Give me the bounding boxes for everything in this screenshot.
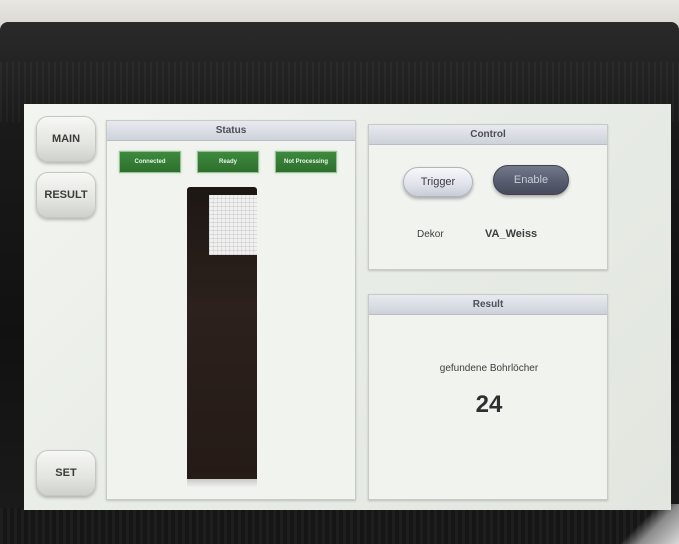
enable-button-label: Enable <box>513 174 549 186</box>
status-panel-title: Status <box>215 125 247 136</box>
result-panel-title: Result <box>472 299 504 310</box>
result-count: 24 <box>475 391 503 418</box>
control-panel: Control Trigger Enable Dekor VA_Weiss <box>368 124 608 270</box>
status-badge-connected: Connected <box>119 151 181 173</box>
corner-reflection <box>619 504 679 544</box>
dekor-label: Dekor <box>417 229 444 240</box>
status-panel: Status Connected Ready Not Processing <box>106 120 356 500</box>
hmi-screen: MAIN RESULT SET Status Connected Ready N… <box>24 104 671 510</box>
result-panel: Result gefundene Bohrlöcher 24 <box>368 294 608 500</box>
status-badge-not-processing: Not Processing <box>275 151 337 173</box>
dekor-value: VA_Weiss <box>485 228 538 240</box>
enable-button[interactable]: Enable <box>493 165 569 195</box>
main-button[interactable]: MAIN <box>36 116 96 162</box>
control-panel-title: Control <box>470 129 506 140</box>
status-panel-header: Status <box>107 121 355 141</box>
status-badge-label: Not Processing <box>283 159 328 165</box>
set-button-label: SET <box>55 467 77 479</box>
main-button-label: MAIN <box>51 133 81 145</box>
camera-image <box>187 187 257 487</box>
result-button[interactable]: RESULT <box>36 172 96 218</box>
trigger-button-label: Trigger <box>420 176 456 188</box>
camera-image-label-sticker <box>209 195 257 255</box>
camera-image-bottom-edge <box>187 479 257 487</box>
status-badge-label: Connected <box>134 159 166 165</box>
result-description: gefundene Bohrlöcher <box>439 363 539 374</box>
trigger-button[interactable]: Trigger <box>403 167 473 197</box>
set-button[interactable]: SET <box>36 450 96 496</box>
status-badge-label: Ready <box>218 159 237 165</box>
status-badge-ready: Ready <box>197 151 259 173</box>
result-panel-header: Result <box>369 295 607 315</box>
bezel-bottom <box>0 508 679 544</box>
result-button-label: RESULT <box>44 189 88 201</box>
control-panel-header: Control <box>369 125 607 145</box>
